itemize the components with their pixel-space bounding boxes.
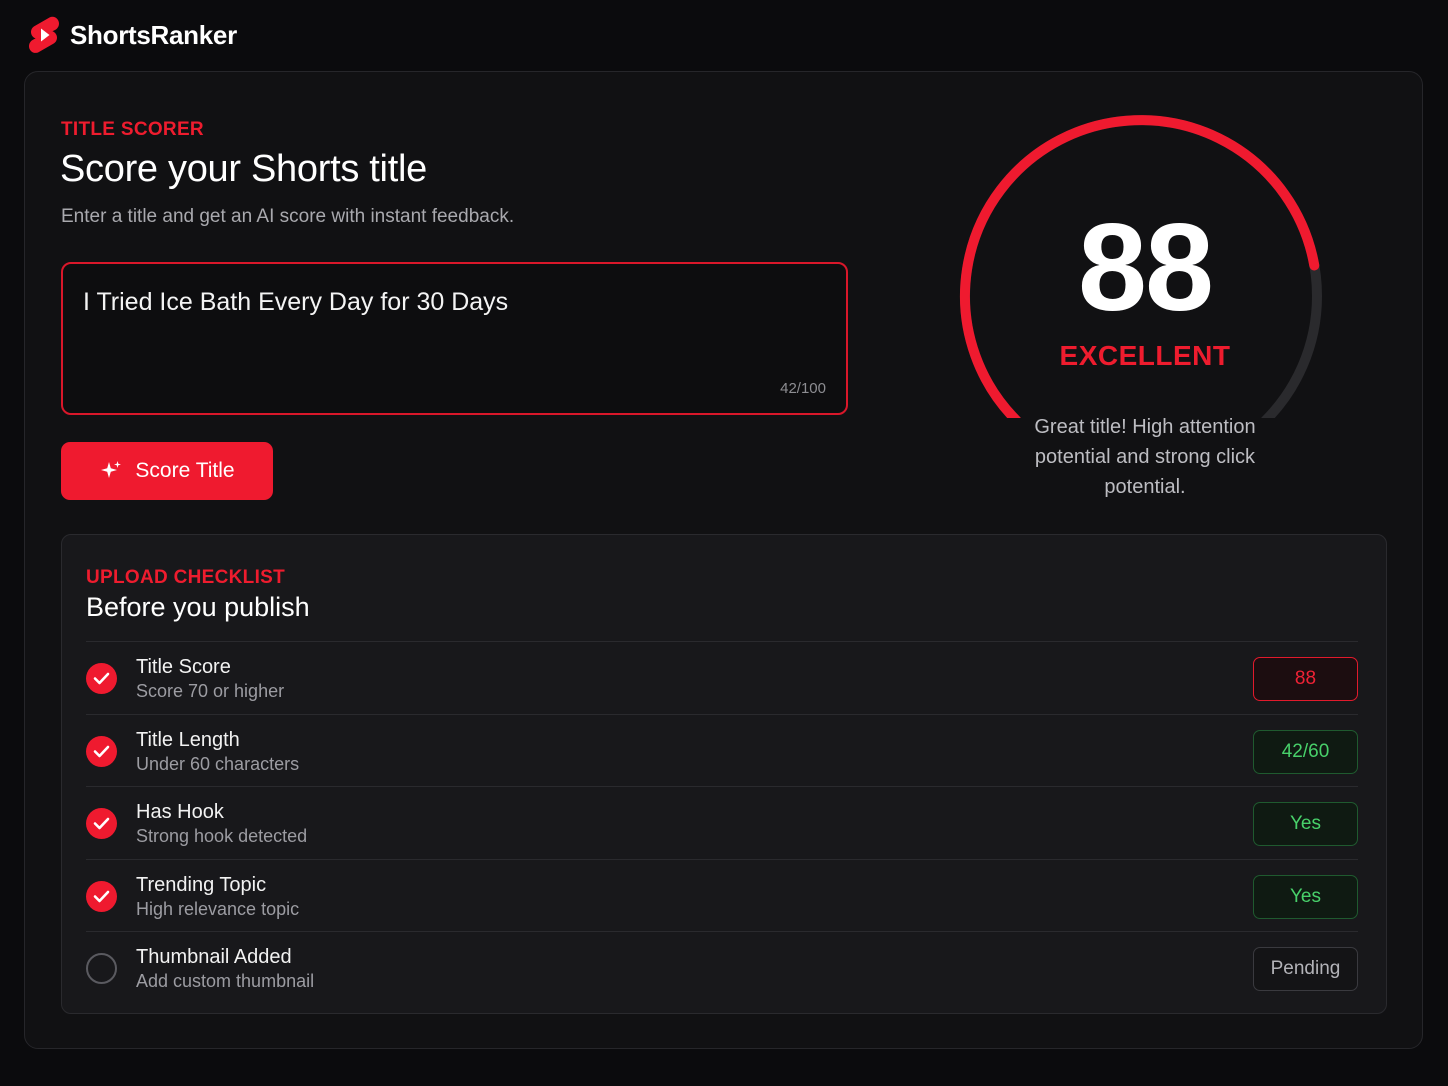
check-icon[interactable] <box>86 880 117 912</box>
page-subtitle: Enter a title and get an AI score with i… <box>61 206 515 227</box>
checklist-item-thumbnail-added[interactable]: Thumbnail Added Add custom thumbnail Pen… <box>86 931 1358 1004</box>
status-badge: 42/60 <box>1253 729 1358 774</box>
checklist-item-title-length[interactable]: Title Length Under 60 characters 42/60 <box>86 713 1358 787</box>
status-badge: 88 <box>1253 657 1358 701</box>
shorts-play-icon[interactable] <box>28 16 60 54</box>
checklist-item-desc: Under 60 characters <box>136 753 300 774</box>
status-badge: Yes <box>1253 802 1358 847</box>
character-counter: 42/100 <box>780 380 826 397</box>
status-badge: Pending <box>1253 947 1358 992</box>
app-title[interactable]: ShortsRanker <box>70 20 237 51</box>
check-icon[interactable] <box>86 663 117 694</box>
score-value: 88 <box>1078 199 1214 337</box>
checklist-item-desc: Strong hook detected <box>136 826 308 847</box>
checklist-item-label: Title Length <box>136 728 240 751</box>
empty-circle-icon[interactable] <box>86 953 117 985</box>
checklist-eyebrow: UPLOAD CHECKLIST <box>86 567 286 588</box>
status-badge: Yes <box>1253 874 1358 919</box>
checklist-item-label: Title Score <box>136 656 231 678</box>
checklist-item-label: Has Hook <box>136 801 224 824</box>
checklist-item-desc: Add custom thumbnail <box>136 971 315 992</box>
checklist-title: Before you publish <box>86 592 310 622</box>
score-title-button-label: Score Title <box>135 459 235 482</box>
score-feedback: Great title! High attention potential an… <box>1034 416 1256 498</box>
checklist-item-label: Thumbnail Added <box>136 946 292 969</box>
check-icon[interactable] <box>86 808 117 840</box>
score-rating: EXCELLENT <box>1059 340 1231 371</box>
checklist-rows: Title Score Score 70 or higher 88 Title … <box>86 641 1358 1004</box>
top-bar: ShortsRanker <box>28 14 237 56</box>
upload-checklist: UPLOAD CHECKLIST Before you publish Titl… <box>61 534 1387 1014</box>
title-input[interactable]: I Tried Ice Bath Every Day for 30 Days 4… <box>61 262 848 415</box>
page-title: Score your Shorts title <box>60 148 427 190</box>
checklist-item-desc: High relevance topic <box>136 898 300 919</box>
section-eyebrow: TITLE SCORER <box>61 119 204 140</box>
score-title-button[interactable]: Score Title <box>61 442 273 500</box>
score-gauge: 88 EXCELLENT <box>955 108 1335 418</box>
sparkle-icon <box>101 461 122 478</box>
checklist-item-label: Trending Topic <box>136 873 267 896</box>
checklist-item-desc: Score 70 or higher <box>136 681 285 701</box>
checklist-item-has-hook[interactable]: Has Hook Strong hook detected Yes <box>86 786 1358 859</box>
title-input-value[interactable]: I Tried Ice Bath Every Day for 30 Days <box>83 288 508 317</box>
checklist-item-title-score[interactable]: Title Score Score 70 or higher 88 <box>86 641 1358 714</box>
check-icon[interactable] <box>86 735 117 767</box>
title-scorer-card: TITLE SCORER Score your Shorts title Ent… <box>24 71 1423 1049</box>
checklist-item-trending-topic[interactable]: Trending Topic High relevance topic Yes <box>86 858 1358 932</box>
